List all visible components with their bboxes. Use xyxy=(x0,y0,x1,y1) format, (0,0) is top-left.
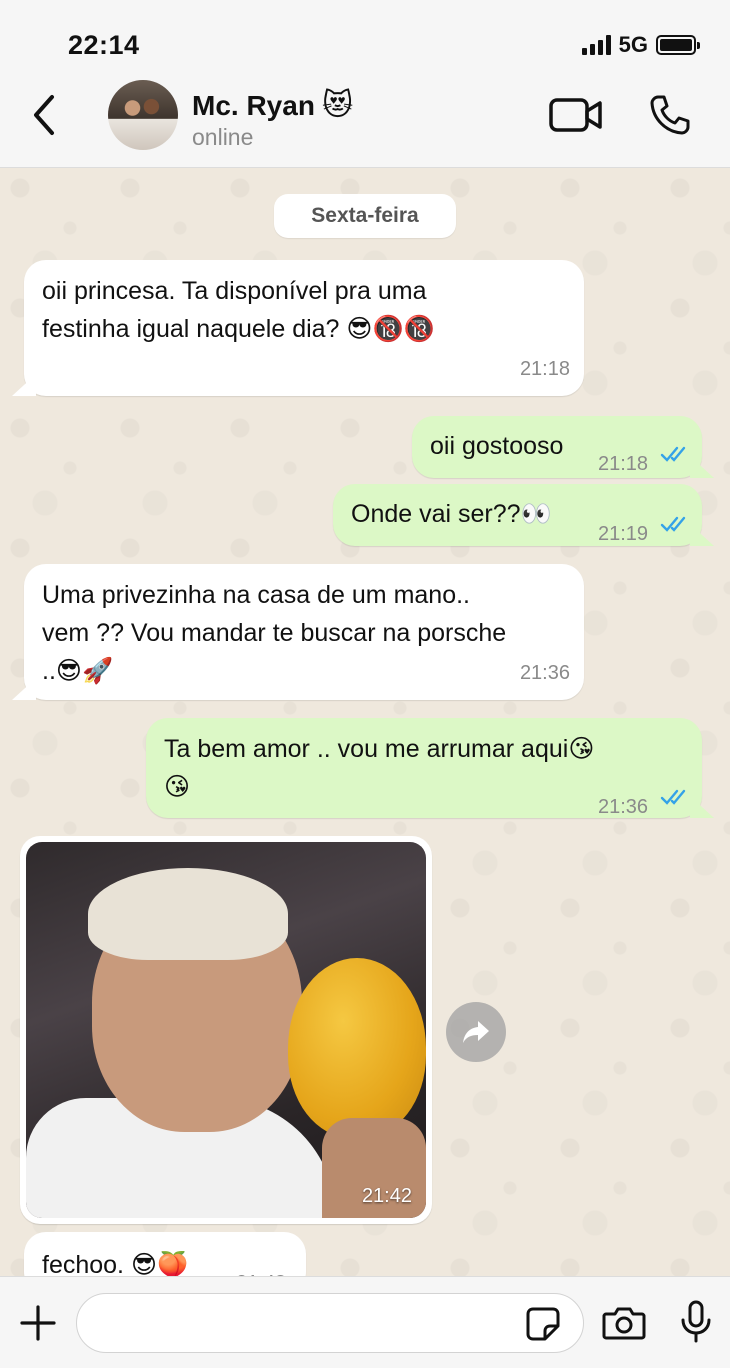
message-list[interactable]: Sexta-feira oii princesa. Ta disponível … xyxy=(0,168,730,1276)
video-camera-icon xyxy=(549,98,602,132)
contact-name-emoji: 😻 xyxy=(322,89,354,122)
message-time: 21:36 xyxy=(519,662,570,684)
phone-icon xyxy=(650,95,690,135)
double-check-icon xyxy=(660,789,686,805)
forward-button[interactable] xyxy=(446,1002,506,1062)
message-time: 21:19 xyxy=(598,523,649,545)
message-time: 21:43 xyxy=(236,1264,286,1276)
chat-header: Mc. Ryan 😻 online xyxy=(0,78,730,168)
forward-icon xyxy=(463,1021,489,1043)
message-bubble-incoming[interactable]: fechoo. 😎🍑 21:43 xyxy=(24,1232,306,1276)
image-message[interactable]: 21:42 xyxy=(20,836,432,1224)
status-time: 22:14 xyxy=(68,30,140,60)
message-text: oii princesa. Ta disponível pra uma fest… xyxy=(42,277,435,343)
network-type: 5G xyxy=(618,32,648,57)
message-time: 21:18 xyxy=(519,358,570,380)
message-time: 21:36 xyxy=(598,796,649,818)
status-indicators: 5G xyxy=(581,32,700,58)
status-bar: 22:14 5G xyxy=(0,0,730,78)
attach-button[interactable] xyxy=(16,1301,60,1345)
voice-message-button[interactable] xyxy=(676,1297,716,1347)
double-check-icon xyxy=(660,446,686,462)
message-bubble-incoming[interactable]: oii princesa. Ta disponível pra uma fest… xyxy=(24,260,584,396)
double-check-icon xyxy=(660,516,686,532)
voice-call-button[interactable] xyxy=(644,90,696,140)
message-text: Uma privezinha na casa de um mano.. vem … xyxy=(42,581,507,685)
video-call-button[interactable] xyxy=(546,92,606,138)
message-bubble-outgoing[interactable]: Onde vai ser??👀 21:19 xyxy=(333,484,702,546)
chevron-left-icon xyxy=(34,95,54,135)
plus-icon xyxy=(20,1305,56,1341)
message-bubble-outgoing[interactable]: oii gostooso 21:18 xyxy=(412,416,702,478)
camera-button[interactable] xyxy=(600,1301,648,1345)
sticker-icon xyxy=(526,1307,560,1341)
back-button[interactable] xyxy=(24,90,64,140)
signal-icon xyxy=(581,35,611,55)
message-input[interactable] xyxy=(76,1293,584,1353)
date-separator: Sexta-feira xyxy=(274,194,456,238)
composer-bar xyxy=(0,1276,730,1368)
camera-icon xyxy=(602,1307,646,1340)
microphone-icon xyxy=(681,1300,711,1343)
sticker-button[interactable] xyxy=(524,1305,562,1343)
battery-icon xyxy=(656,35,700,55)
photo-thumbnail[interactable]: 21:42 xyxy=(26,842,426,1218)
contact-status: online xyxy=(192,124,254,150)
message-time: 21:42 xyxy=(361,1185,412,1207)
message-bubble-incoming[interactable]: Uma privezinha na casa de um mano.. vem … xyxy=(24,564,584,700)
message-time: 21:18 xyxy=(598,453,649,475)
contact-name[interactable]: Mc. Ryan xyxy=(192,90,315,122)
avatar[interactable] xyxy=(108,80,178,150)
message-bubble-outgoing[interactable]: Ta bem amor .. vou me arrumar aqui😘 😘 21… xyxy=(146,718,702,818)
